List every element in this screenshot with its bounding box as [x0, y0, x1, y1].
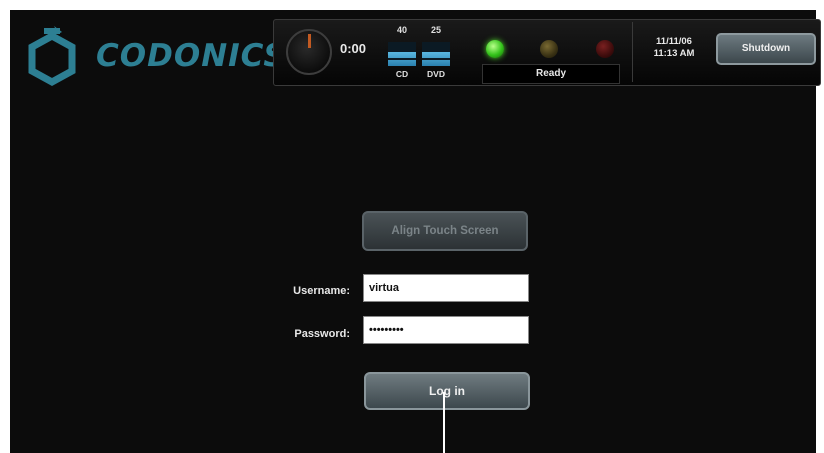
- date-text: 11/11/06: [656, 36, 692, 47]
- cd-gauge: 40 CD: [386, 25, 418, 81]
- divider: [632, 22, 633, 82]
- dvd-level-bar: [422, 42, 450, 66]
- cd-capacity: 40: [396, 25, 407, 35]
- datetime: 11/11/06 11:13 AM: [644, 36, 704, 60]
- shutdown-button[interactable]: Shutdown: [716, 33, 816, 65]
- username-label: Username:: [293, 285, 350, 297]
- callout-line: [443, 392, 445, 453]
- username-field[interactable]: virtua: [363, 274, 529, 302]
- password-label: Password:: [294, 328, 350, 340]
- timer-readout: 0:00: [340, 41, 367, 56]
- login-button[interactable]: Log in: [364, 372, 530, 410]
- cd-level-bar: [388, 42, 416, 66]
- codonics-logo: CODONICS: [24, 24, 286, 86]
- dvd-label: DVD: [427, 69, 445, 79]
- dvd-capacity: 25: [430, 25, 441, 35]
- hexagon-logo-icon: [28, 26, 76, 86]
- green-status-light-icon: [486, 40, 504, 58]
- status-bar: 0:00 40 CD 25 DVD Ready 11/11/06 11:13 A…: [273, 19, 821, 86]
- align-touch-screen-button[interactable]: Align Touch Screen: [362, 211, 528, 251]
- cd-label: CD: [395, 69, 409, 79]
- dvd-gauge: 25 DVD: [420, 25, 452, 81]
- brand-name: CODONICS: [96, 38, 287, 74]
- time-text: 11:13 AM: [653, 48, 695, 59]
- red-status-light-icon: [596, 40, 614, 58]
- yellow-status-light-icon: [540, 40, 558, 58]
- timer-needle: [308, 34, 311, 48]
- app-screen: CODONICS 0:00 40 CD 25 DVD Ready 11/11/0…: [10, 10, 821, 453]
- cd-level-fill: [388, 51, 416, 66]
- password-field[interactable]: •••••••••: [363, 316, 529, 344]
- timer-dial-icon: [286, 29, 332, 75]
- dvd-level-fill: [422, 51, 450, 66]
- status-text: Ready: [482, 64, 620, 84]
